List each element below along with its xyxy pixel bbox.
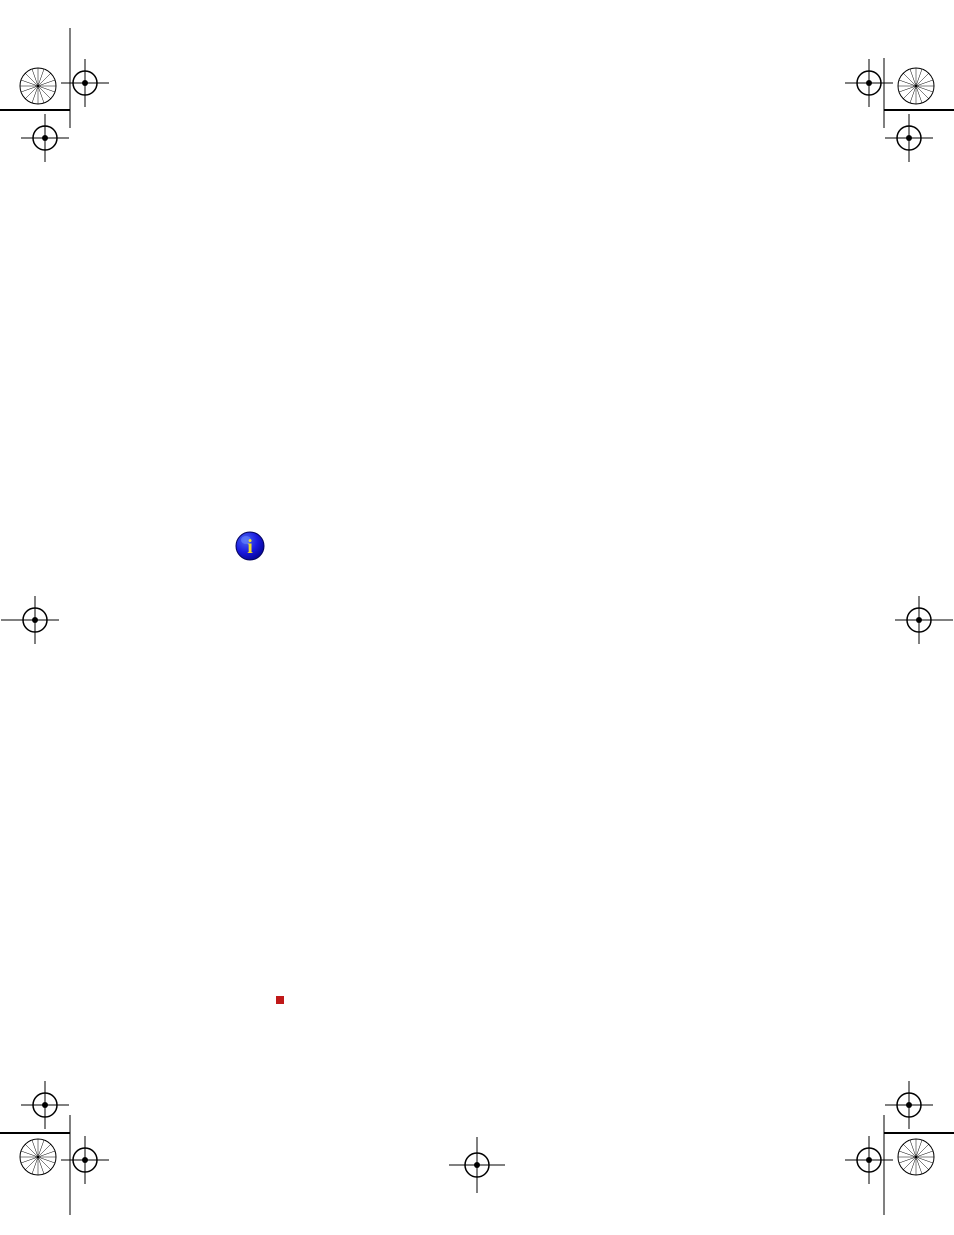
svg-text:i: i <box>247 536 253 558</box>
registration-mark <box>0 590 70 650</box>
red-square-marker <box>276 996 284 1004</box>
info-icon: i <box>234 530 266 567</box>
registration-mark <box>824 1055 954 1215</box>
registration-mark <box>0 28 130 188</box>
registration-mark <box>0 1055 130 1215</box>
registration-mark <box>884 590 954 650</box>
registration-mark <box>824 28 954 188</box>
registration-mark <box>447 1135 507 1195</box>
